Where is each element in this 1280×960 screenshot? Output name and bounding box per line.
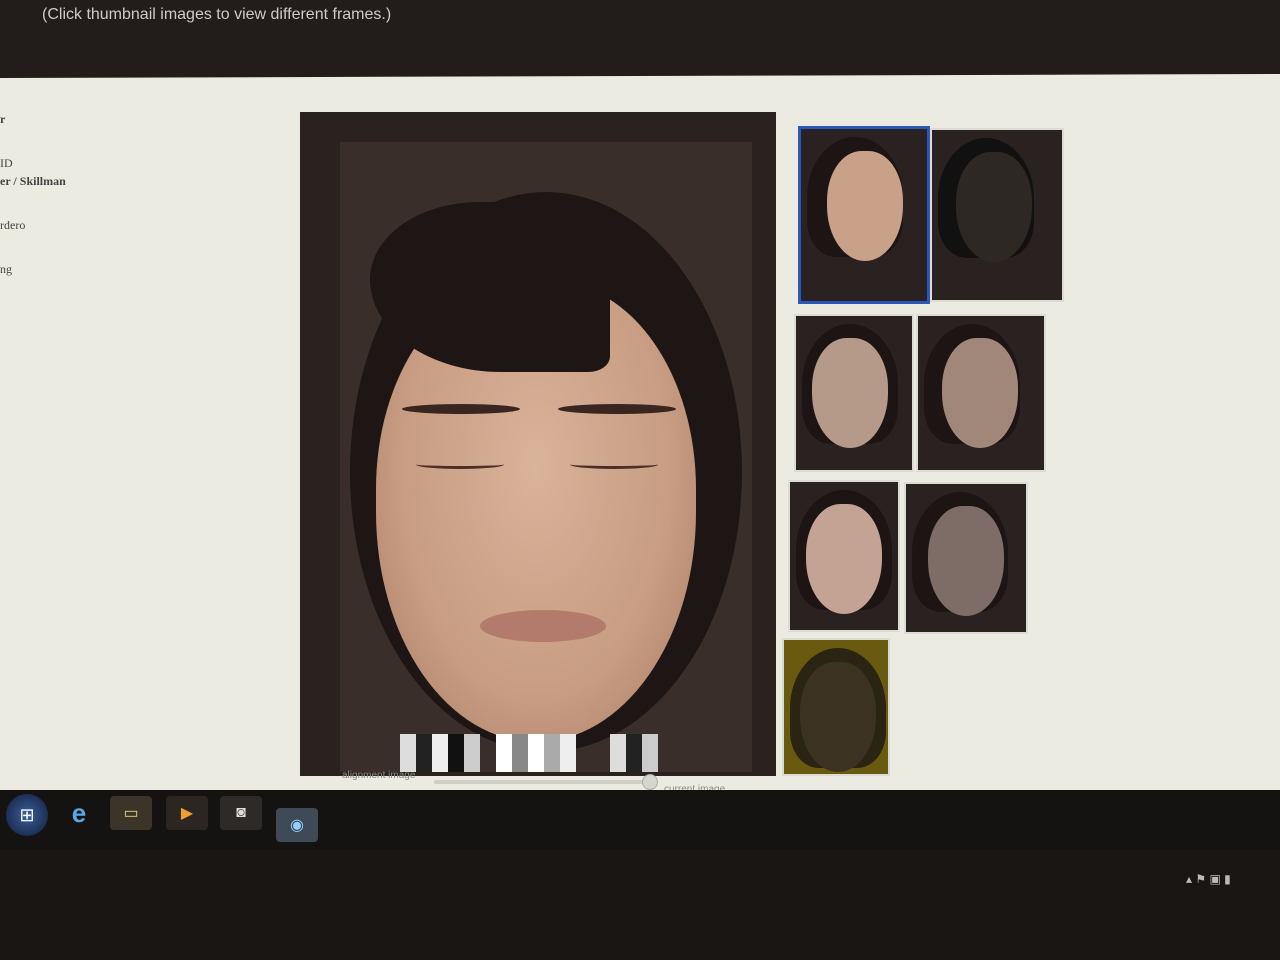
chin-rest-calibration-bar xyxy=(400,734,690,772)
taskbar: ⊞ e ▭ ▶ ◙ ◉ xyxy=(0,790,1280,850)
slider-handle[interactable] xyxy=(642,774,658,790)
camera-app-button[interactable]: ◙ xyxy=(220,796,262,830)
left-eye xyxy=(416,460,504,469)
slider-track[interactable] xyxy=(434,780,654,784)
thumbnail-6[interactable] xyxy=(904,482,1028,634)
system-tray[interactable]: ▴ ⚑ ▣ ▮ xyxy=(1186,872,1231,886)
instruction-text: (Click thumbnail images to view differen… xyxy=(42,6,392,23)
thumbnail-3[interactable] xyxy=(794,314,914,472)
thumbnail-1[interactable] xyxy=(798,126,930,304)
file-explorer-button[interactable]: ▭ xyxy=(110,796,152,830)
internet-explorer-button[interactable]: e xyxy=(58,796,100,830)
thumbnail-2[interactable] xyxy=(930,128,1064,302)
sidebar-line-location: er / Skillman xyxy=(0,174,66,188)
left-brow xyxy=(402,404,520,414)
play-icon: ▶ xyxy=(180,805,194,822)
photo-frame xyxy=(340,142,752,772)
sidebar-line: ng xyxy=(0,262,12,276)
folder-icon: ▭ xyxy=(123,805,139,822)
start-button[interactable]: ⊞ xyxy=(6,794,48,836)
sidebar-line: r xyxy=(0,112,6,126)
right-brow xyxy=(558,404,676,414)
thumbnail-7[interactable] xyxy=(782,638,890,776)
lips xyxy=(480,610,606,642)
slider-left-label: alignment image xyxy=(342,770,416,781)
right-eye xyxy=(570,460,658,469)
media-player-button[interactable]: ▶ xyxy=(166,796,208,830)
thumbnail-5[interactable] xyxy=(788,480,900,632)
main-face-image[interactable] xyxy=(300,112,776,776)
sidebar-line: ID xyxy=(0,156,13,170)
windows-orb-icon: ⊞ xyxy=(19,804,35,825)
thumbnail-4[interactable] xyxy=(916,314,1046,472)
thumbnail-panel xyxy=(782,118,1070,778)
active-app-button[interactable]: ◉ xyxy=(276,808,318,842)
sidebar-line-name: rdero xyxy=(0,218,26,232)
camera-icon: ◙ xyxy=(236,804,246,821)
ie-icon: e xyxy=(71,797,87,828)
app-icon: ◉ xyxy=(290,817,304,834)
top-bar: (Click thumbnail images to view differen… xyxy=(0,0,1280,78)
